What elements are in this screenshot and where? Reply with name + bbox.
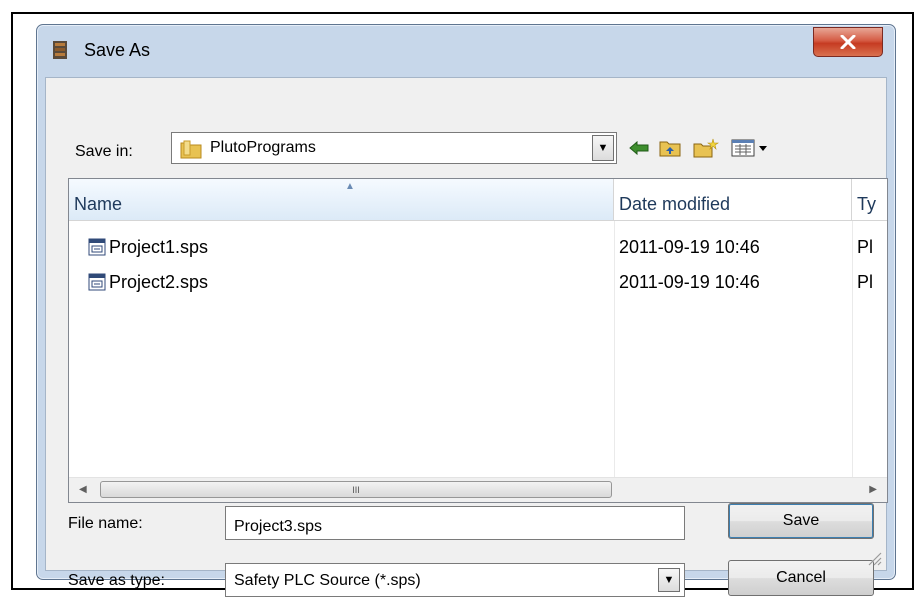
save-as-type-label: Save as type: [68,572,165,589]
view-menu-icon [731,139,767,157]
horizontal-scrollbar[interactable]: ◀ III ▶ [69,477,887,502]
sps-file-icon [88,273,106,291]
scroll-left-icon[interactable]: ◀ [79,484,87,495]
file-type: Pl [857,272,874,292]
save-as-type-dropdown[interactable]: Safety PLC Source (*.sps) ▼ [225,563,685,597]
file-name: Project1.sps [109,237,209,257]
folder-icon [180,140,202,159]
back-button[interactable] [628,134,650,162]
save-in-dropdown-arrow[interactable]: ▼ [592,135,614,161]
up-folder-icon [659,141,681,157]
scrollbar-grip: III [352,484,360,495]
sps-file-icon [88,238,106,256]
window-title: Save As [84,40,151,60]
file-type: Pl [857,237,874,257]
column-header-type-label: Ty [857,194,877,214]
up-folder-button[interactable] [658,134,682,162]
close-button[interactable] [813,27,883,57]
column-header-name-label: Name [74,194,123,214]
column-header-date-modified[interactable]: Date modified [614,179,852,221]
save-button-label: Save [782,512,820,529]
file-date-modified: 2011-09-19 10:46 [619,237,760,257]
cancel-button-label: Cancel [776,569,826,586]
file-name-label: File name: [68,515,143,532]
title-bar[interactable]: Save As [37,25,895,77]
chevron-down-icon: ▼ [597,142,609,154]
close-icon [840,35,856,49]
dialog-body: Save in: PlutoPrograms ▼ ▲ Name Date mod… [45,77,888,597]
file-name-input[interactable] [225,506,685,540]
resize-grip-icon[interactable] [866,550,882,566]
column-header-name[interactable]: ▲ Name [69,179,614,221]
save-in-label: Save in: [75,143,133,160]
scrollbar-thumb[interactable]: III [100,481,612,498]
file-name: Project2.sps [109,272,209,292]
file-row[interactable]: Project1.sps 2011-09-19 10:46 Pl [69,236,887,260]
cancel-button[interactable]: Cancel [728,560,874,596]
save-as-dialog: Save As Save in: PlutoPrograms ▼ ▲ Name … [36,24,896,597]
save-in-dropdown[interactable]: PlutoPrograms ▼ [171,132,617,164]
save-in-value: PlutoPrograms [210,139,316,156]
save-as-type-dropdown-arrow[interactable]: ▼ [658,568,680,592]
view-menu-button[interactable] [730,134,772,162]
column-header-date-label: Date modified [619,194,731,214]
new-folder-icon [693,138,719,158]
column-header-type[interactable]: Ty [852,179,887,221]
save-as-type-value: Safety PLC Source (*.sps) [234,572,421,589]
new-folder-button[interactable] [692,134,720,162]
save-button[interactable]: Save [728,503,874,539]
scroll-right-icon[interactable]: ▶ [869,484,877,495]
sort-ascending-icon: ▲ [345,181,355,192]
back-arrow-icon [629,141,649,155]
file-row[interactable]: Project2.sps 2011-09-19 10:46 Pl [69,271,887,295]
chevron-down-icon: ▼ [663,574,675,586]
app-icon [53,41,67,59]
file-date-modified: 2011-09-19 10:46 [619,272,760,292]
file-list[interactable]: ▲ Name Date modified Ty Project1.sps 201… [68,178,888,503]
